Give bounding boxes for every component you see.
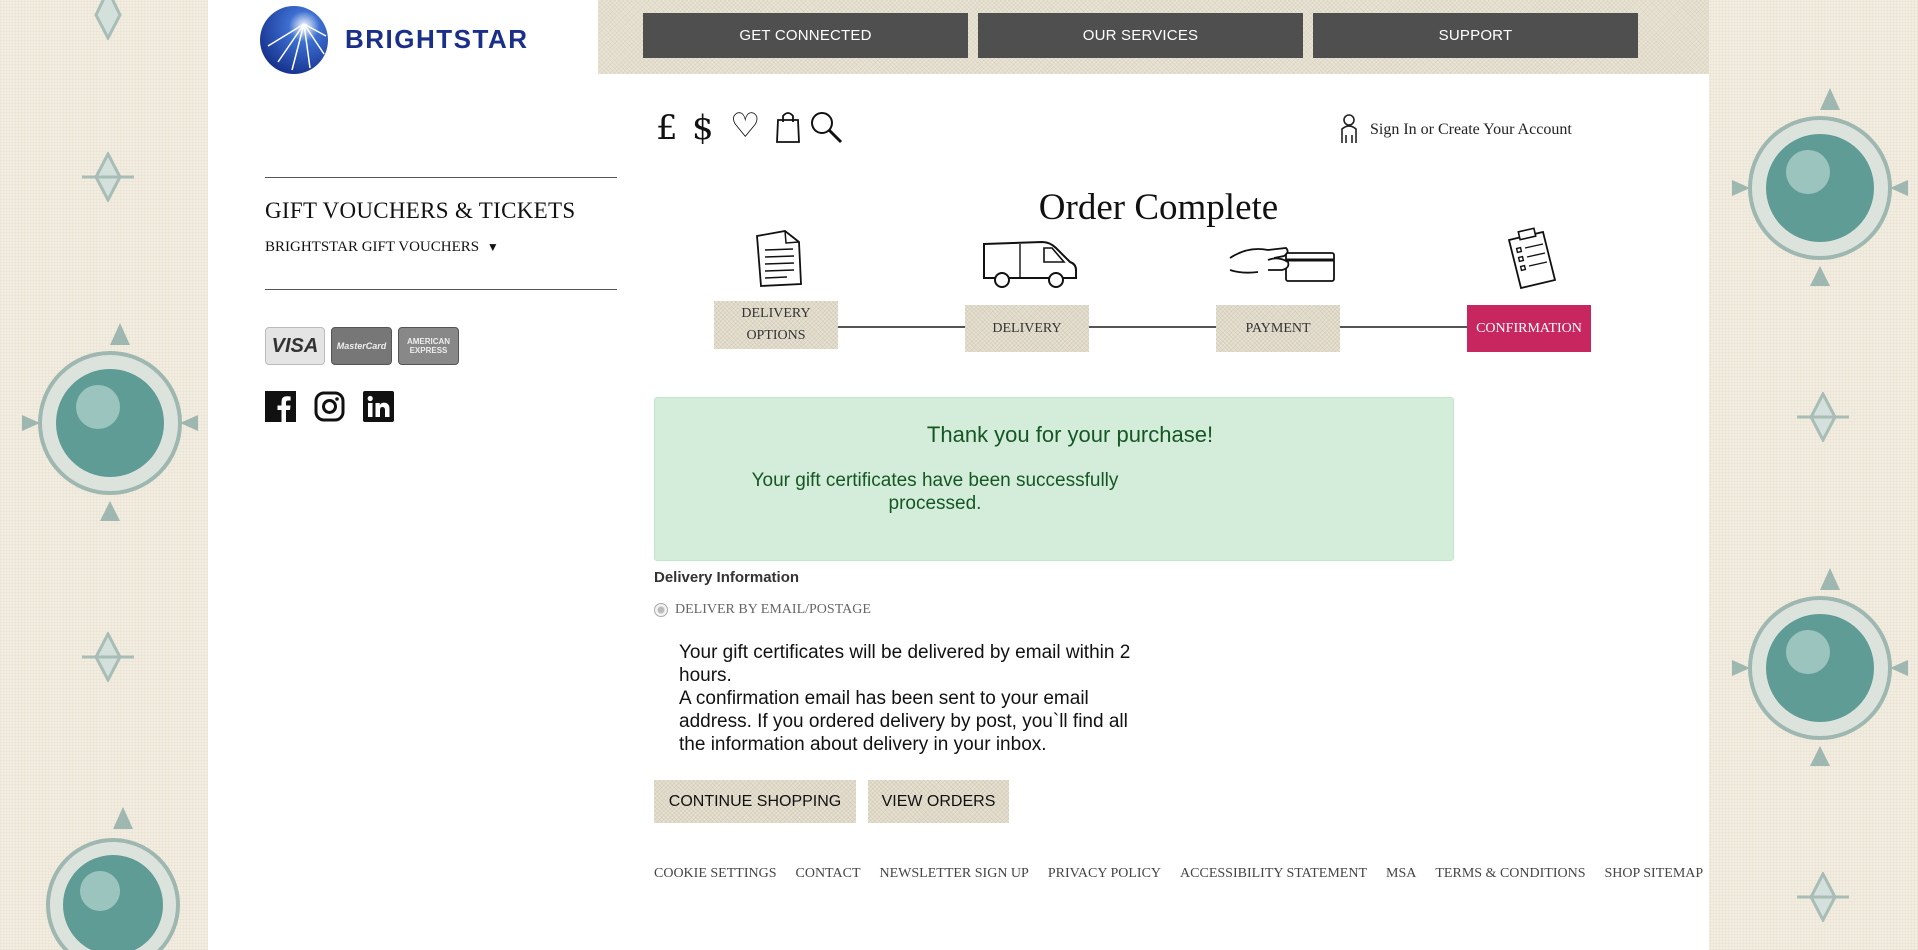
- footer-link-sitemap[interactable]: SHOP SITEMAP: [1605, 866, 1704, 882]
- sidebar-divider-top: [265, 177, 617, 178]
- linkedin-icon[interactable]: [363, 391, 394, 422]
- delivery-option-email-postage[interactable]: DELIVER BY EMAIL/POSTAGE: [654, 602, 871, 618]
- amex-card-icon: AMERICAN EXPRESS: [398, 327, 459, 365]
- logo[interactable]: BRIGHTSTAR: [208, 0, 598, 74]
- chevron-down-icon: ▼: [486, 240, 499, 254]
- step-delivery: DELIVERY: [965, 305, 1089, 352]
- sidebar-divider-bottom: [265, 289, 617, 290]
- footer-link-privacy[interactable]: PRIVACY POLICY: [1048, 866, 1161, 882]
- footer-link-msa[interactable]: MSA: [1386, 866, 1416, 882]
- sidebar-link-label: BRIGHTSTAR GIFT VOUCHERS: [265, 239, 480, 255]
- ornament-medallion-right-top: [1732, 88, 1908, 286]
- brand-name: BRIGHTSTAR: [345, 24, 529, 54]
- page-title: Order Complete: [1038, 187, 1279, 228]
- success-alert: Thank you for your purchase! Your gift c…: [654, 397, 1454, 561]
- success-message: Your gift certificates have been success…: [751, 470, 1119, 514]
- footer-links: COOKIE SETTINGS CONTACT NEWSLETTER SIGN …: [654, 866, 1703, 882]
- view-orders-button[interactable]: VIEW ORDERS: [868, 780, 1009, 823]
- document-icon: [756, 230, 802, 287]
- delivery-text-line2: A confirmation email has been sent to yo…: [679, 688, 1128, 755]
- sign-in-label: Sign In or Create Your Account: [1370, 121, 1572, 138]
- nav-support[interactable]: SUPPORT: [1313, 13, 1638, 58]
- delivery-description: Your gift certificates will be delivered…: [679, 641, 1139, 756]
- visa-card-icon: VISA: [265, 327, 325, 365]
- step-label: PAYMENT: [1245, 320, 1311, 336]
- step-connector: [838, 326, 968, 328]
- nav-our-services[interactable]: OUR SERVICES: [978, 13, 1303, 58]
- top-navigation: GET CONNECTED OUR SERVICES SUPPORT: [598, 0, 1709, 74]
- pound-currency-icon[interactable]: £: [656, 108, 678, 148]
- footer-link-accessibility[interactable]: ACCESSIBILITY STATEMENT: [1180, 866, 1367, 882]
- ornament-small-5: [94, 0, 122, 40]
- footer-link-cookie-settings[interactable]: COOKIE SETTINGS: [654, 866, 777, 882]
- visa-label: VISA: [271, 334, 319, 357]
- footer-link-newsletter[interactable]: NEWSLETTER SIGN UP: [880, 866, 1029, 882]
- step-label: DELIVERY: [992, 320, 1062, 336]
- step-connector: [1088, 326, 1218, 328]
- delivery-text-line1: Your gift certificates will be delivered…: [679, 642, 1131, 686]
- page-content: BRIGHTSTAR GET CONNECTED OUR SERVICES SU…: [208, 0, 1709, 950]
- step-confirmation: CONFIRMATION: [1467, 305, 1591, 352]
- ornament-small-4: [1797, 872, 1849, 922]
- step-label: CONFIRMATION: [1476, 320, 1582, 336]
- heart-icon[interactable]: ♡: [730, 106, 760, 146]
- search-icon[interactable]: [809, 110, 843, 144]
- footer-link-terms[interactable]: TERMS & CONDITIONS: [1435, 866, 1585, 882]
- mastercard-card-icon: MasterCard: [331, 327, 392, 365]
- ornament-medallion-right-bottom: [1732, 568, 1908, 766]
- success-title: Thank you for your purchase!: [926, 422, 1214, 447]
- shopping-bag-icon[interactable]: [775, 110, 801, 144]
- card-payment-icon: [1229, 247, 1335, 282]
- user-icon: [1341, 114, 1357, 143]
- radio-button[interactable]: [654, 603, 668, 617]
- step-connector: [1338, 326, 1468, 328]
- nav-get-connected[interactable]: GET CONNECTED: [643, 13, 968, 58]
- clipboard-icon: [1507, 227, 1557, 290]
- delivery-information-label: Delivery Information: [654, 569, 800, 586]
- step-delivery-options: DELIVERY OPTIONS: [714, 301, 838, 349]
- brightstar-logo-icon: [260, 6, 328, 74]
- sign-in-link[interactable]: Sign In or Create Your Account: [1338, 113, 1572, 147]
- step-label: DELIVERY OPTIONS: [741, 306, 811, 343]
- sidebar-link-gift-vouchers[interactable]: BRIGHTSTAR GIFT VOUCHERS ▼: [265, 239, 499, 256]
- amex-label: AMERICAN EXPRESS: [406, 337, 451, 355]
- dollar-currency-icon[interactable]: $: [692, 108, 714, 148]
- step-payment: PAYMENT: [1216, 305, 1340, 352]
- ornament-medallion-left: [22, 323, 198, 521]
- instagram-icon[interactable]: [314, 391, 345, 422]
- facebook-icon[interactable]: [265, 391, 296, 422]
- ornament-medallion-left-bottom: [46, 807, 180, 950]
- footer-link-contact[interactable]: CONTACT: [796, 866, 861, 882]
- continue-shopping-button[interactable]: CONTINUE SHOPPING: [654, 780, 856, 823]
- mastercard-label: MasterCard: [336, 341, 387, 351]
- ornament-small-1: [82, 152, 134, 202]
- ornament-small-2: [82, 632, 134, 682]
- delivery-option-label: DELIVER BY EMAIL/POSTAGE: [675, 602, 871, 617]
- van-icon: [983, 240, 1077, 288]
- ornament-small-3: [1797, 392, 1849, 442]
